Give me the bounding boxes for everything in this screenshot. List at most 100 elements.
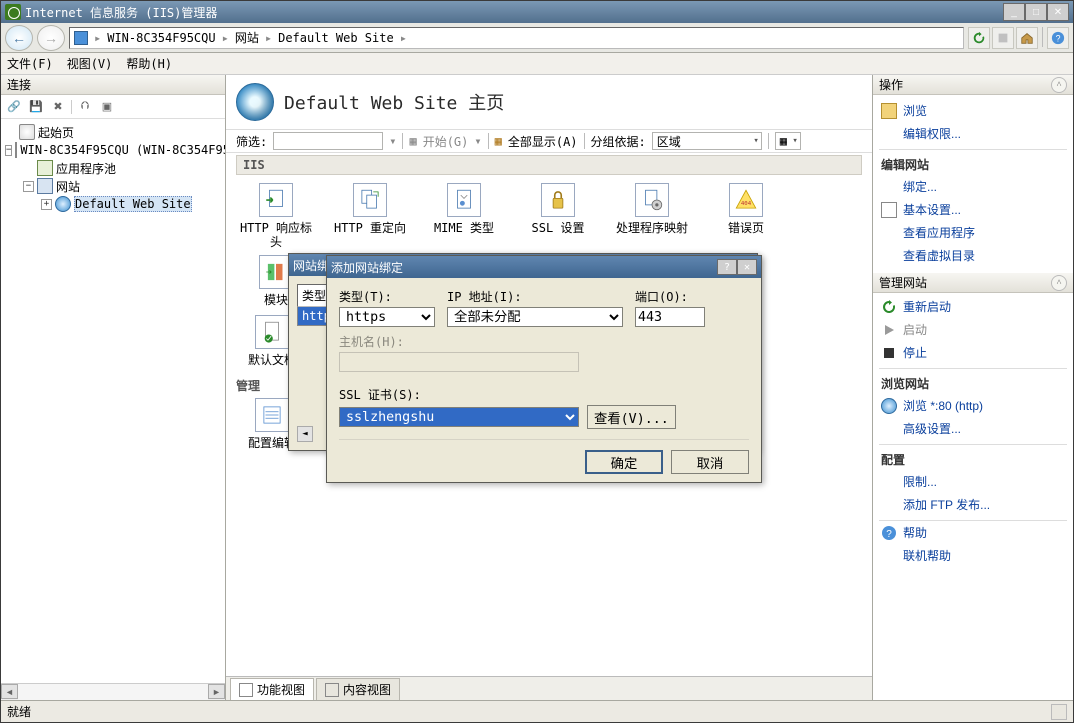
menu-view[interactable]: 视图(V) (67, 55, 113, 72)
up-icon[interactable]: ⮉ (76, 98, 94, 116)
delete-icon[interactable]: ✖ (49, 98, 67, 116)
breadcrumb-site[interactable]: Default Web Site (278, 31, 394, 45)
groupby-combo[interactable]: 区域 (652, 132, 762, 150)
play-icon (881, 322, 897, 338)
feature-http-redirect[interactable]: HTTP 重定向 (330, 183, 410, 249)
scroll-left-icon[interactable]: ◄ (297, 426, 313, 442)
action-restart[interactable]: 重新启动 (879, 295, 1067, 318)
ssl-cert-select[interactable]: sslzhengshu (339, 407, 579, 427)
action-start[interactable]: 启动 (879, 318, 1067, 341)
feature-ssl-settings[interactable]: SSL 设置 (518, 183, 598, 249)
main-area: 连接 🔗 💾 ✖ ⮉ ▣ 起始页 − WIN-8C354F95 (1, 75, 1073, 700)
refresh-button[interactable] (968, 27, 990, 49)
feature-mime-types[interactable]: MIME 类型 (424, 183, 504, 249)
status-config-icon[interactable] (1051, 704, 1067, 720)
port-input[interactable] (635, 307, 705, 327)
save-icon[interactable]: 💾 (27, 98, 45, 116)
expand-toggle[interactable]: − (23, 181, 34, 192)
dialog-close-button[interactable]: ✕ (737, 259, 757, 275)
help-button[interactable]: ? (1047, 27, 1069, 49)
connections-toolbar: 🔗 💾 ✖ ⮉ ▣ (1, 95, 225, 119)
action-view-apps[interactable]: 查看应用程序 (879, 221, 1067, 244)
tree-default-web-site[interactable]: Default Web Site (74, 196, 192, 212)
action-limits[interactable]: 限制... (879, 470, 1067, 493)
home-button[interactable] (1016, 27, 1038, 49)
doc-icon (881, 202, 897, 218)
close-button[interactable]: ✕ (1047, 3, 1069, 21)
help-icon: ? (881, 525, 897, 541)
action-online-help[interactable]: 联机帮助 (879, 544, 1067, 567)
view-mode-combo[interactable]: ▦ (775, 132, 801, 150)
gear-doc-icon (635, 183, 669, 217)
status-bar: 就绪 (1, 700, 1073, 722)
action-stop[interactable]: 停止 (879, 341, 1067, 364)
svg-text:?: ? (1056, 33, 1061, 43)
feature-handler-mappings[interactable]: 处理程序映射 (612, 183, 692, 249)
svg-text:404: 404 (741, 201, 752, 207)
feature-http-response-headers[interactable]: HTTP 响应标头 (236, 183, 316, 249)
tab-features-view[interactable]: 功能视图 (230, 678, 314, 700)
breadcrumb-server[interactable]: WIN-8C354F95CQU (107, 31, 215, 45)
type-select[interactable]: https (339, 307, 435, 327)
minimize-button[interactable]: _ (1003, 3, 1025, 21)
center-panel: Default Web Site 主页 筛选: ▾ ▦ 开始(G) ▾ ▦ 全部… (226, 75, 873, 700)
bookmark-icon[interactable]: ▣ (98, 98, 116, 116)
label-hostname: 主机名(H): (339, 333, 579, 350)
redirect-icon (353, 183, 387, 217)
config-editor-icon (255, 398, 289, 432)
iis-icon (5, 4, 21, 20)
tree-server[interactable]: WIN-8C354F95CQU (WIN-8C354F95 (20, 143, 225, 157)
action-edit-permissions[interactable]: 编辑权限... (879, 122, 1067, 145)
breadcrumb-sites[interactable]: 网站 (235, 29, 259, 46)
action-basic-settings[interactable]: 基本设置... (879, 198, 1067, 221)
nav-back-button[interactable]: ← (5, 25, 33, 51)
action-browse-80[interactable]: 浏览 *:80 (http) (879, 394, 1067, 417)
action-browse[interactable]: 浏览 (879, 99, 1067, 122)
scroll-right-button[interactable]: ► (208, 684, 225, 699)
menu-help[interactable]: 帮助(H) (126, 55, 172, 72)
expand-toggle[interactable]: − (5, 145, 12, 156)
connections-header: 连接 (1, 75, 225, 95)
expand-toggle[interactable]: + (41, 199, 52, 210)
show-all-button[interactable]: 全部显示(A) (508, 133, 578, 150)
action-help[interactable]: ?帮助 (879, 521, 1067, 544)
horizontal-scrollbar[interactable]: ◄ ► (1, 683, 225, 700)
error-404-icon: 404 (729, 183, 763, 217)
tree-app-pools[interactable]: 应用程序池 (56, 160, 116, 177)
stop-button-toolbar[interactable] (992, 27, 1014, 49)
maximize-button[interactable]: □ (1025, 3, 1047, 21)
connections-tree[interactable]: 起始页 − WIN-8C354F95CQU (WIN-8C354F95 应用程序… (1, 119, 225, 683)
go-button[interactable]: 开始(G) (423, 133, 469, 150)
dialog-help-button[interactable]: ? (717, 259, 737, 275)
collapse-icon[interactable]: ˄ (1051, 275, 1067, 291)
cancel-button[interactable]: 取消 (671, 450, 749, 474)
title-bar: Internet 信息服务 (IIS)管理器 _ □ ✕ (1, 1, 1073, 23)
view-cert-button[interactable]: 查看(V)... (587, 405, 676, 429)
scroll-left-button[interactable]: ◄ (1, 684, 18, 699)
action-advanced-settings[interactable]: 高级设置... (879, 417, 1067, 440)
ip-select[interactable]: 全部未分配 (447, 307, 623, 327)
tab-content-view[interactable]: 内容视图 (316, 678, 400, 700)
doc-check-icon (255, 315, 289, 349)
sites-icon (37, 178, 53, 194)
feature-error-pages[interactable]: 404 错误页 (706, 183, 786, 249)
actions-header: 操作 ˄ (873, 75, 1073, 95)
collapse-icon[interactable]: ˄ (1051, 77, 1067, 93)
group-browse-site: 浏览网站 (879, 368, 1067, 394)
action-add-ftp[interactable]: 添加 FTP 发布... (879, 493, 1067, 516)
action-view-vdirs[interactable]: 查看虚拟目录 (879, 244, 1067, 267)
label-ip: IP 地址(I): (447, 288, 623, 305)
page-header: Default Web Site 主页 (226, 75, 872, 129)
breadcrumb[interactable]: ▸ WIN-8C354F95CQU ▸ 网站 ▸ Default Web Sit… (69, 27, 964, 49)
ok-button[interactable]: 确定 (585, 450, 663, 474)
tree-sites[interactable]: 网站 (56, 178, 80, 195)
action-bindings[interactable]: 绑定... (879, 175, 1067, 198)
add-binding-title-bar[interactable]: 添加网站绑定 ? ✕ (327, 256, 761, 278)
tree-start-page[interactable]: 起始页 (38, 124, 74, 141)
svg-text:?: ? (886, 529, 892, 540)
menu-file[interactable]: 文件(F) (7, 55, 53, 72)
hostname-input (339, 352, 579, 372)
nav-forward-button[interactable]: → (37, 25, 65, 51)
connect-icon[interactable]: 🔗 (5, 98, 23, 116)
filter-input[interactable] (273, 132, 383, 150)
